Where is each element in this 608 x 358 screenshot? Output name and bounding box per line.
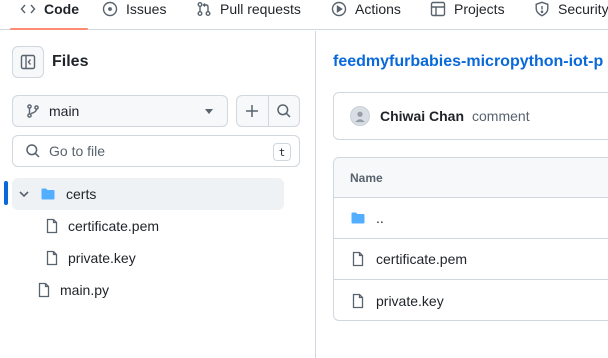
tab-code[interactable]: Code (20, 0, 79, 18)
table-row-private-key[interactable]: private.key (334, 280, 608, 320)
selected-item-marker (4, 181, 8, 205)
collapse-sidebar-button[interactable] (12, 46, 44, 78)
tab-security[interactable]: Security (534, 0, 608, 18)
commit-message[interactable]: comment (472, 108, 530, 124)
main-content: feedmyfurbabies-micropython-iot-p Chiwai… (317, 31, 608, 358)
tab-pull-requests-label: Pull requests (220, 1, 301, 17)
table-row-certificate-pem[interactable]: certificate.pem (334, 239, 608, 280)
file-icon (46, 250, 58, 266)
file-icon (352, 293, 364, 308)
tab-issues[interactable]: Issues (102, 0, 166, 18)
latest-commit-box: Chiwai Chan comment (333, 92, 608, 140)
active-tab-indicator (10, 28, 88, 30)
search-icon (26, 144, 40, 158)
tree-item-label: main.py (60, 282, 110, 298)
plus-icon (246, 105, 259, 117)
chevron-down-icon (19, 191, 29, 198)
column-header-name: Name (350, 170, 383, 185)
sidebar-collapse-icon (20, 54, 36, 70)
go-to-file-placeholder: Go to file (49, 143, 106, 159)
folder-icon (351, 212, 365, 224)
file-tree-sidebar: Files main Go to file t certs certificat… (0, 31, 316, 358)
tree-item-label: private.key (68, 250, 136, 266)
code-icon (20, 4, 36, 14)
tab-code-label: Code (44, 1, 79, 17)
add-file-button[interactable] (237, 96, 268, 126)
tab-projects-label: Projects (454, 1, 505, 17)
issue-opened-icon (102, 1, 118, 17)
table-icon (430, 1, 446, 17)
user-avatar-icon (355, 111, 365, 123)
tab-security-label: Security (558, 1, 608, 17)
tree-item-label: certificate.pem (68, 218, 160, 234)
git-branch-icon (27, 104, 39, 118)
chevron-down-icon (205, 109, 213, 114)
tab-issues-label: Issues (126, 1, 167, 17)
branch-name: main (49, 103, 80, 119)
tree-item-certs[interactable]: certs (12, 178, 284, 210)
tree-item-private-key[interactable]: private.key (12, 242, 284, 274)
table-row-parent-dir[interactable]: .. (334, 198, 608, 239)
table-row-label: private.key (376, 292, 444, 309)
branch-selector[interactable]: main (12, 95, 228, 127)
search-icon (277, 104, 291, 118)
shield-icon (535, 1, 549, 17)
sidebar-title: Files (52, 53, 89, 70)
table-row-label: .. (376, 210, 384, 226)
keyboard-shortcut-hint: t (273, 143, 291, 161)
breadcrumb-repo-link[interactable]: feedmyfurbabies-micropython-iot-p (333, 53, 603, 71)
commit-author[interactable]: Chiwai Chan (380, 108, 464, 124)
folder-icon (41, 188, 55, 200)
file-icon (352, 251, 364, 267)
search-button[interactable] (267, 96, 299, 126)
tree-item-label: certs (66, 186, 97, 202)
tab-actions[interactable]: Actions (331, 0, 401, 18)
table-header: Name (334, 158, 608, 198)
tree-item-main-py[interactable]: main.py (12, 274, 284, 306)
file-table: Name .. certificate.pem private.key (333, 157, 608, 321)
sidebar-actions (236, 95, 300, 127)
tab-actions-label: Actions (355, 1, 401, 17)
table-row-label: certificate.pem (376, 251, 468, 267)
file-icon (38, 282, 50, 298)
tab-pull-requests[interactable]: Pull requests (196, 0, 301, 18)
avatar[interactable] (350, 106, 370, 126)
repo-nav: Code Issues Pull requests Actions Projec… (0, 0, 608, 30)
play-icon (331, 1, 347, 17)
tab-projects[interactable]: Projects (430, 0, 505, 18)
tree-item-certificate-pem[interactable]: certificate.pem (12, 210, 284, 242)
file-icon (46, 218, 58, 234)
go-to-file-input[interactable]: Go to file t (12, 135, 300, 167)
git-pull-request-icon (197, 2, 211, 16)
